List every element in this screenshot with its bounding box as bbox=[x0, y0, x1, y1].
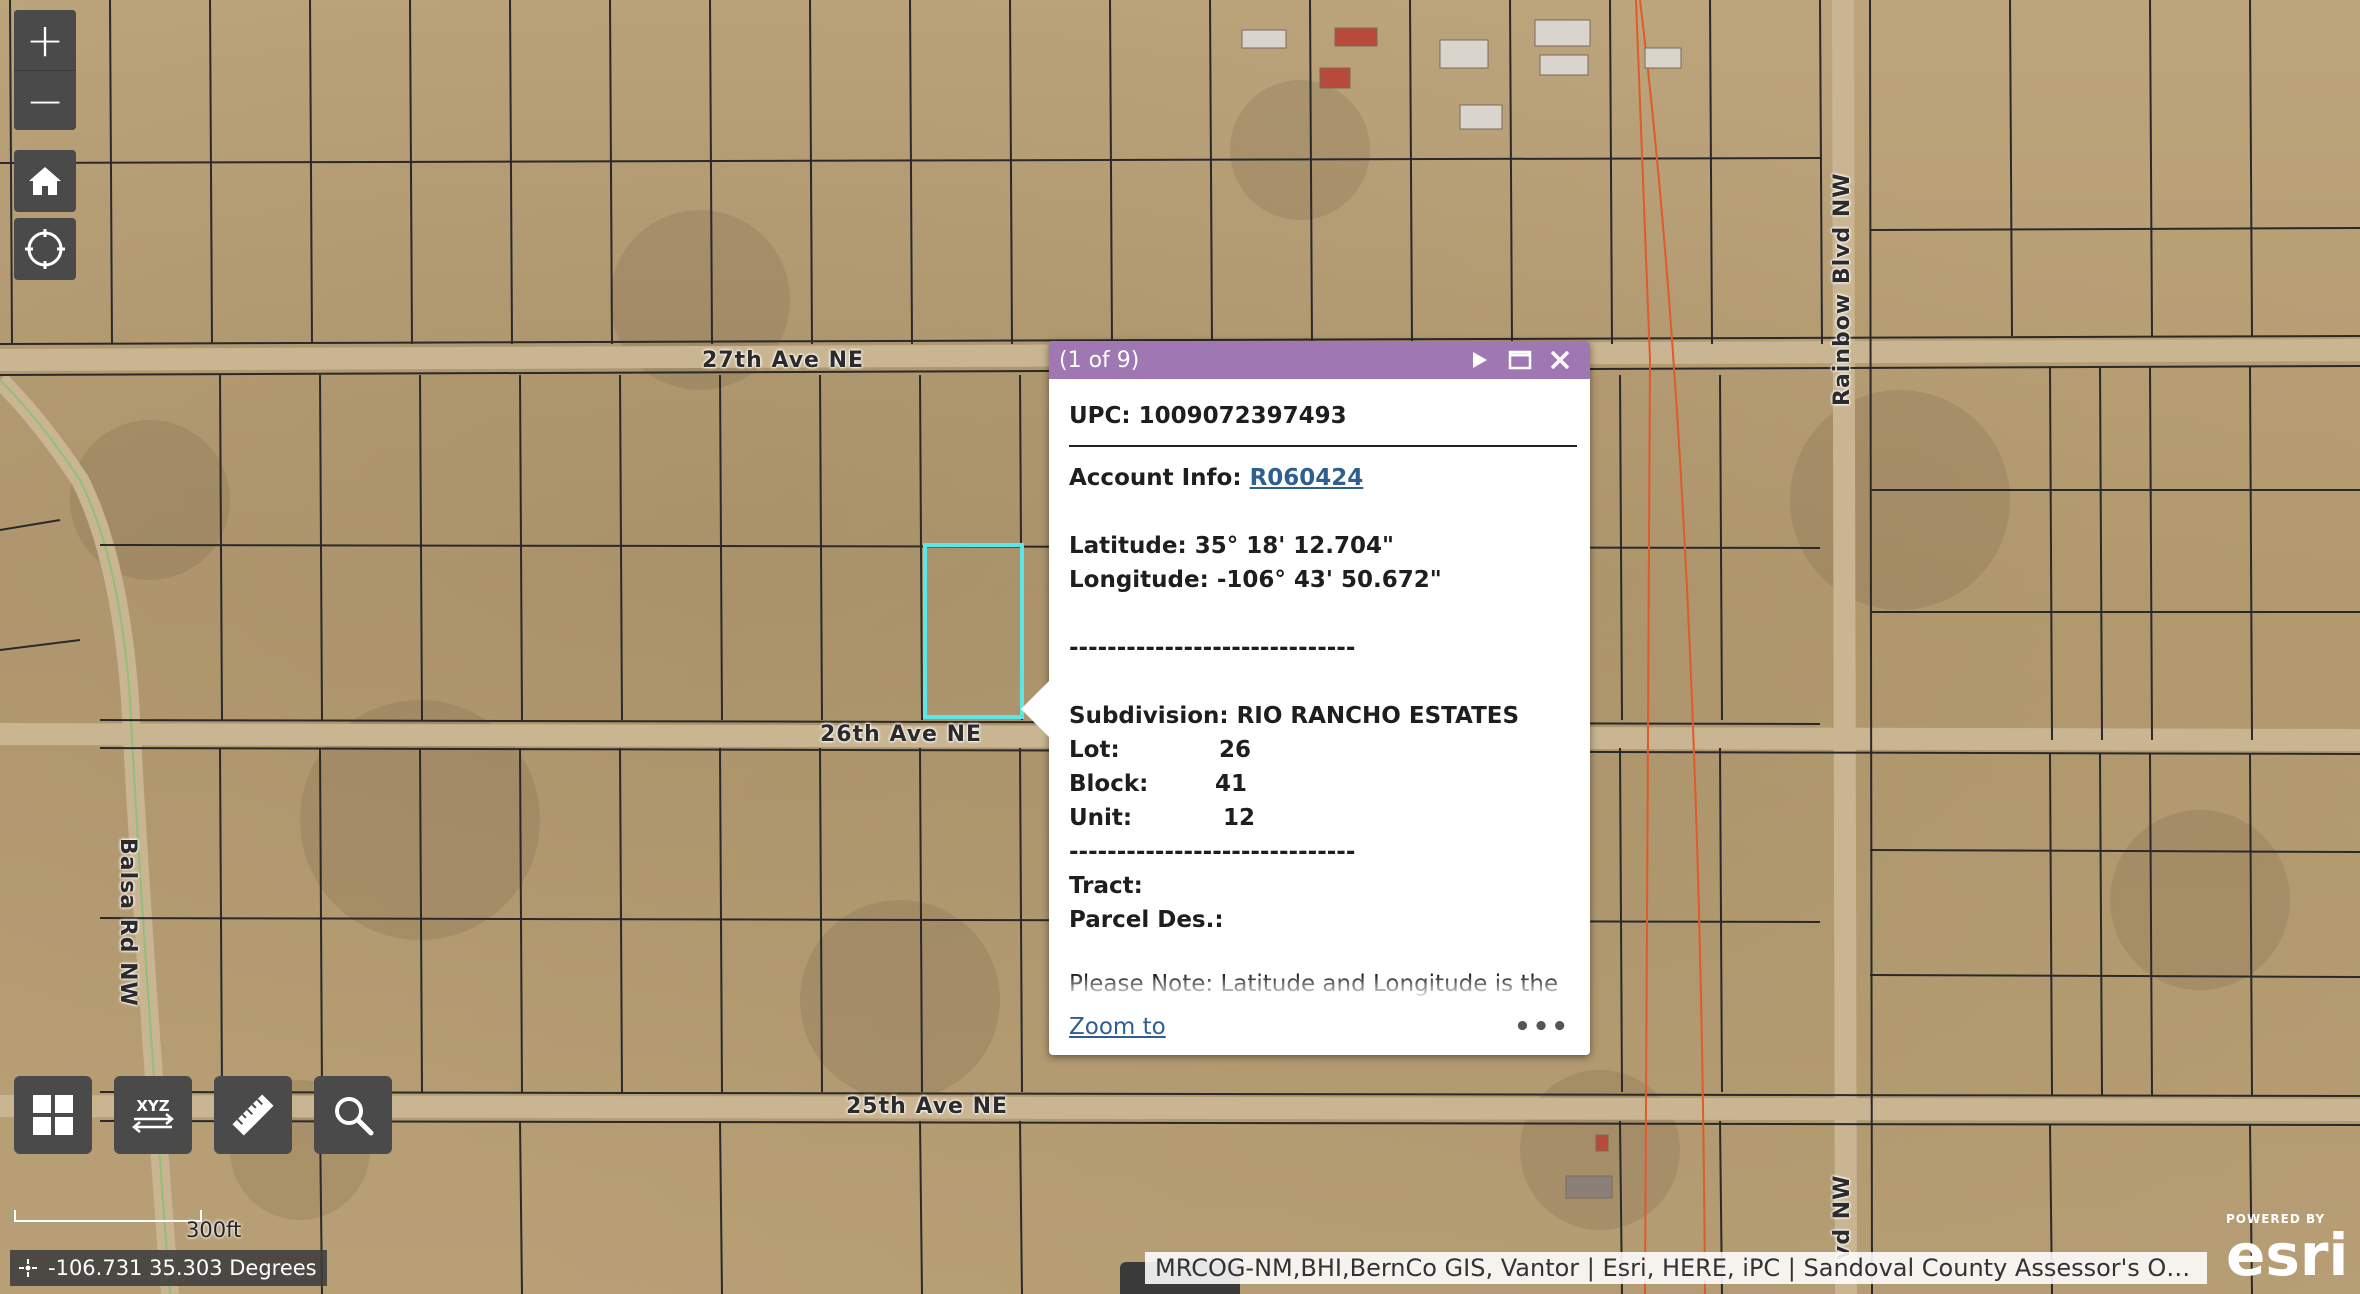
locate-icon bbox=[25, 229, 65, 269]
measure-ruler-icon bbox=[232, 1094, 274, 1136]
unit-label: Unit: bbox=[1069, 805, 1133, 831]
maximize-icon bbox=[1508, 350, 1532, 370]
longitude-value: -106° 43' 50.672" bbox=[1216, 567, 1442, 593]
popup-footer: Zoom to ••• bbox=[1069, 1007, 1570, 1047]
unit-value: 12 bbox=[1223, 805, 1256, 831]
subdivision-label: Subdivision: bbox=[1069, 703, 1229, 729]
scale-bar bbox=[14, 1210, 202, 1222]
more-options-icon[interactable]: ••• bbox=[1514, 1012, 1570, 1042]
home-icon bbox=[29, 167, 61, 195]
subdivision-row: Subdivision: RIO RANCHO ESTATES bbox=[1069, 699, 1578, 733]
popup-content: UPC: 1009072397493 Account Info: R060424… bbox=[1069, 399, 1578, 999]
road-label-26th-ave: 26th Ave NE bbox=[820, 722, 983, 747]
latitude-label: Latitude: bbox=[1069, 533, 1187, 559]
unit-row: Unit: 12 bbox=[1069, 801, 1578, 835]
play-next-icon bbox=[1473, 352, 1487, 368]
upc-label: UPC: bbox=[1069, 403, 1131, 429]
esri-wordmark: esri bbox=[2226, 1221, 2349, 1289]
locate-button[interactable] bbox=[14, 218, 76, 280]
crosshair-icon bbox=[19, 1259, 37, 1277]
account-row: Account Info: R060424 bbox=[1069, 461, 1578, 495]
block-value: 41 bbox=[1215, 771, 1248, 797]
coordinate-readout[interactable]: -106.731 35.303 Degrees bbox=[10, 1250, 327, 1286]
longitude-row: Longitude: -106° 43' 50.672" bbox=[1069, 563, 1578, 597]
tract-row: Tract: bbox=[1069, 873, 1143, 899]
measure-button[interactable] bbox=[214, 1076, 292, 1154]
account-label: Account Info: bbox=[1069, 465, 1242, 491]
parcel-popup: (1 of 9) UPC: 1009072397493 Account Info… bbox=[1021, 341, 1590, 1055]
lot-row: Lot: 26 bbox=[1069, 733, 1578, 767]
road-label-rainbow-blvd: Rainbow Blvd NW bbox=[1830, 172, 1855, 406]
zoom-in-button[interactable]: + bbox=[14, 10, 76, 70]
search-button[interactable] bbox=[314, 1076, 392, 1154]
popup-divider bbox=[1069, 445, 1577, 447]
zoom-out-button[interactable]: − bbox=[14, 70, 76, 130]
basemap-gallery-icon bbox=[33, 1095, 73, 1135]
home-button[interactable] bbox=[14, 150, 76, 212]
popup-pointer bbox=[1021, 681, 1049, 737]
road-label-rainbow-blvd-lower: vd NW bbox=[1830, 1174, 1855, 1260]
zoom-to-link[interactable]: Zoom to bbox=[1069, 1014, 1166, 1040]
block-label: Block: bbox=[1069, 771, 1149, 797]
block-row: Block: 41 bbox=[1069, 767, 1578, 801]
popup-feature-count: (1 of 9) bbox=[1059, 347, 1140, 373]
upc-value: 1009072397493 bbox=[1138, 403, 1347, 429]
latitude-value: 35° 18' 12.704" bbox=[1194, 533, 1395, 559]
lot-value: 26 bbox=[1219, 737, 1252, 763]
dash-divider-2: ------------------------------ bbox=[1069, 839, 1356, 865]
coordinate-text: -106.731 35.303 Degrees bbox=[48, 1256, 317, 1280]
dash-divider: ------------------------------ bbox=[1069, 635, 1356, 661]
longitude-label: Longitude: bbox=[1069, 567, 1209, 593]
road-label-25th-ave: 25th Ave NE bbox=[846, 1094, 1009, 1119]
parcel-des-row: Parcel Des.: bbox=[1069, 907, 1224, 933]
upc-row: UPC: 1009072397493 bbox=[1069, 399, 1578, 433]
xyz-coordinate-icon: XYZ bbox=[132, 1097, 174, 1133]
close-icon bbox=[1550, 350, 1570, 370]
account-link[interactable]: R060424 bbox=[1250, 465, 1364, 491]
road-label-27th-ave: 27th Ave NE bbox=[702, 348, 865, 373]
next-feature-button[interactable] bbox=[1460, 341, 1500, 379]
xyz-coordinate-button[interactable]: XYZ bbox=[114, 1076, 192, 1154]
maximize-button[interactable] bbox=[1500, 341, 1540, 379]
scale-label: 300ft bbox=[186, 1218, 242, 1242]
road-label-balsa-rd: Balsa Rd NW bbox=[115, 838, 140, 1007]
selected-parcel-outline bbox=[923, 543, 1024, 719]
svg-text:XYZ: XYZ bbox=[136, 1097, 169, 1115]
popup-header: (1 of 9) bbox=[1049, 341, 1590, 379]
latitude-row: Latitude: 35° 18' 12.704" bbox=[1069, 529, 1578, 563]
lot-label: Lot: bbox=[1069, 737, 1120, 763]
subdivision-value: RIO RANCHO ESTATES bbox=[1236, 703, 1520, 729]
close-popup-button[interactable] bbox=[1540, 341, 1580, 379]
search-icon bbox=[335, 1097, 374, 1136]
zoom-controls: + − bbox=[14, 10, 76, 130]
basemap-gallery-button[interactable] bbox=[14, 1076, 92, 1154]
esri-logo: POWERED BY esri bbox=[2226, 1212, 2349, 1289]
attribution-bar[interactable]: MRCOG-NM,BHI,BernCo GIS, Vantor | Esri, … bbox=[1145, 1252, 2207, 1284]
